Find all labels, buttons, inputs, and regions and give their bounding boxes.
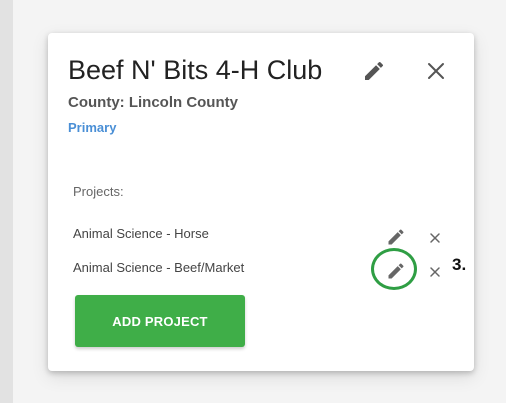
remove-project-close-icon[interactable] [428, 265, 442, 279]
remove-project-close-icon[interactable] [428, 231, 442, 245]
left-gutter [0, 0, 13, 403]
edit-club-pencil-icon[interactable] [362, 59, 386, 83]
club-title: Beef N' Bits 4-H Club [68, 55, 323, 85]
projects-label: Projects: [73, 184, 124, 199]
club-card: Beef N' Bits 4-H Club County: Lincoln Co… [48, 33, 474, 371]
add-project-button[interactable]: ADD PROJECT [75, 295, 245, 347]
highlight-circle-annotation [371, 248, 417, 290]
step-number-annotation: 3. [452, 255, 467, 274]
county-label: County: Lincoln County [68, 94, 238, 111]
primary-badge: Primary [68, 120, 117, 135]
project-item: Animal Science - Beef/Market [73, 260, 245, 275]
edit-project-pencil-icon[interactable] [386, 227, 406, 247]
project-item: Animal Science - Horse [73, 226, 209, 241]
close-club-icon[interactable] [424, 59, 448, 83]
